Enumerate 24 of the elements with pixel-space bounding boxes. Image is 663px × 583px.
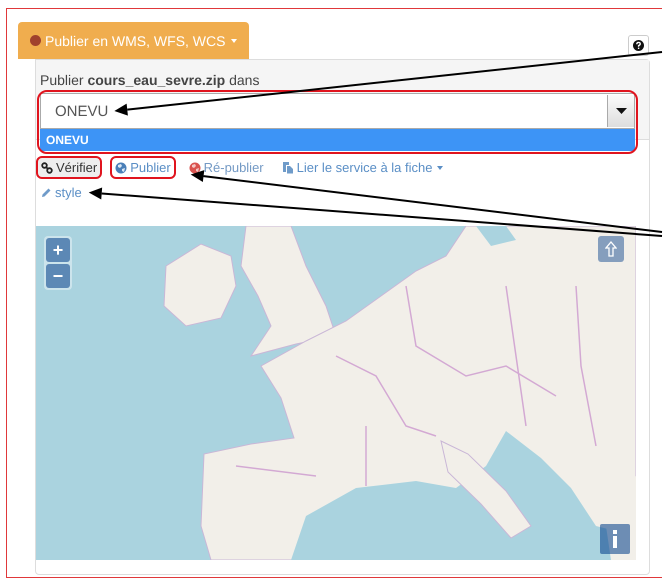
help-icon (633, 40, 644, 51)
publish-menu-button[interactable]: Publier en WMS, WFS, WCS (18, 22, 250, 59)
zoom-out-button[interactable]: − (46, 264, 70, 288)
dropdown-button[interactable] (607, 95, 634, 127)
verify-button[interactable]: Vérifier (38, 158, 100, 177)
caret-icon (616, 108, 626, 114)
caret-icon (231, 38, 238, 42)
info-button[interactable] (600, 524, 630, 554)
pencil-icon (41, 187, 52, 198)
action-link[interactable]: Lier le service à la fiche (278, 158, 446, 177)
up-arrow-icon (605, 241, 617, 257)
info-icon (611, 530, 619, 548)
zoom-in-button[interactable]: + (46, 238, 70, 262)
prompt-text: Publier cours_eau_sevre.zip dans (40, 72, 260, 88)
link-icon (41, 162, 53, 174)
copy-icon (282, 161, 294, 174)
help-button[interactable] (628, 35, 649, 56)
action-link[interactable]: style (38, 183, 85, 202)
select-value: ONEVU (54, 102, 110, 120)
fullscreen-button[interactable] (598, 236, 624, 262)
select-field[interactable]: ONEVU (40, 93, 635, 129)
action-link[interactable]: Publier (112, 158, 174, 177)
dropdown-option[interactable]: ONEVU (40, 129, 635, 151)
dropdown-select[interactable]: ONEVU ONEVU (40, 93, 635, 151)
